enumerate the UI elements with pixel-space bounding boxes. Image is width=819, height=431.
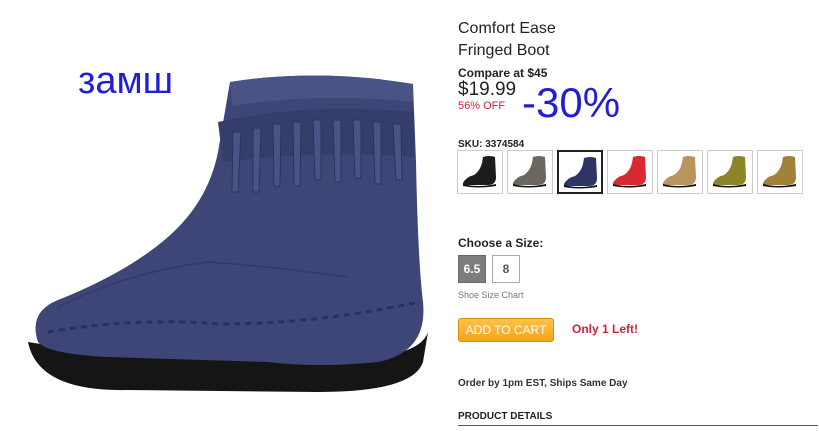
boot-thumbnail-icon (712, 156, 746, 188)
boot-thumbnail-icon (563, 157, 597, 189)
boot-thumbnail-icon (762, 156, 796, 188)
size-option-6-5[interactable]: 6.5 (458, 255, 486, 283)
title-line-2: Fringed Boot (458, 42, 550, 59)
color-swatch-3[interactable] (557, 150, 603, 194)
color-swatch-7[interactable] (757, 150, 803, 194)
boot-thumbnail-icon (512, 156, 546, 188)
compare-price: Compare at $45 (458, 66, 548, 80)
size-chart-link[interactable]: Shoe Size Chart (458, 290, 524, 300)
boot-thumbnail-icon (462, 156, 496, 188)
sku-label: SKU: 3374584 (458, 139, 525, 150)
color-swatch-4[interactable] (607, 150, 653, 194)
shipping-note: Order by 1pm EST, Ships Same Day (458, 378, 628, 389)
color-swatch-5[interactable] (657, 150, 703, 194)
product-image[interactable] (18, 62, 438, 412)
product-details-heading[interactable]: PRODUCT DETAILS (458, 411, 552, 422)
add-to-cart-button[interactable]: ADD TO CART (458, 318, 554, 342)
size-option-8[interactable]: 8 (492, 255, 520, 283)
promo-note: -30% (522, 79, 621, 126)
sale-price: $19.99 (458, 79, 517, 100)
divider (458, 425, 818, 426)
color-swatches (457, 150, 803, 194)
boot-thumbnail-icon (662, 156, 696, 188)
color-swatch-2[interactable] (507, 150, 553, 194)
stock-status: Only 1 Left! (572, 322, 639, 336)
boot-thumbnail-icon (612, 156, 646, 188)
title-line-1: Comfort Ease (458, 20, 556, 37)
color-swatch-6[interactable] (707, 150, 753, 194)
size-label: Choose a Size: (458, 236, 544, 250)
color-swatch-1[interactable] (457, 150, 503, 194)
discount-badge: 56% OFF (458, 100, 506, 112)
boot-illustration (28, 75, 428, 392)
size-options: 6.5 8 (458, 255, 520, 283)
material-note: замш (78, 60, 174, 102)
product-title: Comfort Ease Fringed Boot (458, 18, 556, 62)
